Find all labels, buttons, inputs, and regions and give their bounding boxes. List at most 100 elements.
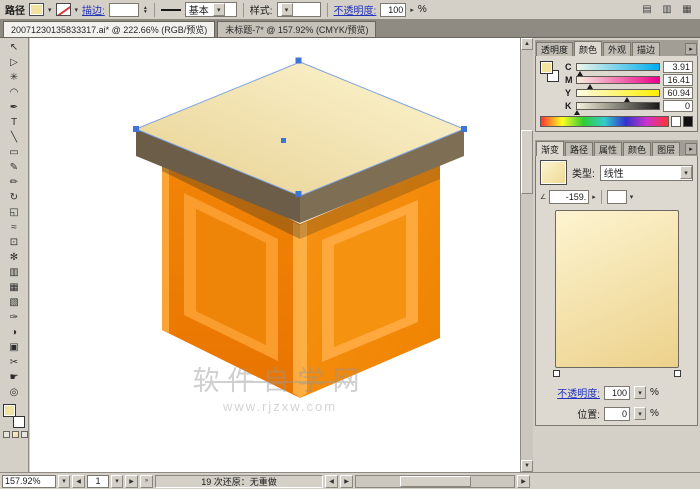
color-mode-button[interactable]: [3, 431, 10, 438]
panel-tab[interactable]: 透明度: [536, 42, 573, 56]
panel-tab[interactable]: 描边: [632, 42, 660, 56]
document-tab[interactable]: 20071230135833317.ai* @ 222.66% (RGB/预览): [3, 21, 215, 37]
white-swatch[interactable]: [671, 116, 681, 127]
angle-spinner-icon[interactable]: ▸: [592, 193, 596, 201]
direct-selection-tool[interactable]: ▷: [2, 55, 26, 70]
stroke-weight-spinner[interactable]: ▲▼: [143, 6, 148, 14]
none-mode-button[interactable]: [21, 431, 28, 438]
magic-wand-tool[interactable]: ✳: [2, 70, 26, 85]
status-back-icon[interactable]: ◀: [325, 475, 338, 488]
rotate-tool[interactable]: ↻: [2, 190, 26, 205]
live-paint-tool[interactable]: ▣: [2, 340, 26, 355]
location-dropdown-icon[interactable]: ▾: [630, 193, 634, 201]
scroll-up-icon[interactable]: ▲: [521, 38, 533, 50]
eyedropper-tool[interactable]: ✑: [2, 310, 26, 325]
zoom-dropdown-icon[interactable]: ▾: [58, 475, 70, 488]
gradient-opacity-dropdown-icon[interactable]: ▾: [634, 386, 646, 399]
stroke-weight-input[interactable]: [109, 3, 139, 17]
panel-tab[interactable]: 颜色: [623, 142, 651, 156]
document-setup-icon[interactable]: ▤: [639, 2, 655, 17]
vertical-scroll-thumb[interactable]: [521, 130, 533, 194]
page-number-input[interactable]: 1: [87, 475, 109, 488]
paintbrush-tool[interactable]: ✎: [2, 160, 26, 175]
gradient-position-dropdown-icon[interactable]: ▾: [634, 407, 646, 420]
rectangle-tool[interactable]: ▭: [2, 145, 26, 160]
scroll-right-icon[interactable]: ▶: [517, 475, 530, 488]
spinner-down-icon[interactable]: ▼: [143, 10, 148, 14]
stroke-color-swatch[interactable]: [56, 3, 71, 16]
channel-value-input[interactable]: 16.41: [663, 74, 693, 86]
fill-color-swatch[interactable]: [29, 3, 44, 16]
zoom-level-input[interactable]: 157.92%: [2, 475, 56, 488]
graph-tool[interactable]: ▥: [2, 265, 26, 280]
panel-menu-icon[interactable]: ▸: [685, 143, 697, 155]
gradient-fill-swatch[interactable]: [540, 160, 567, 185]
gradient-stop-start[interactable]: [553, 370, 560, 377]
opacity-spinner-icon[interactable]: ▸: [410, 6, 414, 14]
panel-tab[interactable]: 属性: [594, 142, 622, 156]
pen-tool[interactable]: ✒: [2, 100, 26, 115]
scissors-tool[interactable]: ✂: [2, 355, 26, 370]
scroll-down-icon[interactable]: ▼: [521, 460, 533, 472]
panel-menu-icon[interactable]: ▸: [685, 43, 697, 55]
channel-slider[interactable]: [576, 102, 660, 110]
slider-marker[interactable]: [574, 110, 580, 115]
channel-value-input[interactable]: 60.94: [663, 87, 693, 99]
gradient-type-select[interactable]: 线性▾: [600, 165, 693, 181]
hand-tool[interactable]: ☛: [2, 370, 26, 385]
brush-dropdown-icon[interactable]: ▾: [213, 3, 225, 16]
gradient-stop-end[interactable]: [674, 370, 681, 377]
lasso-tool[interactable]: ◠: [2, 85, 26, 100]
free-transform-tool[interactable]: ⊡: [2, 235, 26, 250]
status-forward-icon[interactable]: ▶: [340, 475, 353, 488]
color-spectrum-bar[interactable]: [540, 116, 669, 127]
gradient-position-input[interactable]: 0: [604, 407, 630, 421]
brush-definition-select[interactable]: 基本▾: [185, 2, 237, 17]
gradient-mode-button[interactable]: [12, 431, 19, 438]
last-page-button[interactable]: »: [140, 475, 153, 488]
document-tab[interactable]: 未标题-7* @ 157.92% (CMYK/预览): [217, 21, 376, 37]
mesh-tool[interactable]: ▦: [2, 280, 26, 295]
opacity-input[interactable]: 100: [380, 3, 406, 17]
anchor-right[interactable]: [461, 126, 467, 132]
channel-slider[interactable]: [576, 89, 660, 97]
toolbar-fill-swatch[interactable]: [3, 404, 16, 417]
panel-tab[interactable]: 外观: [603, 42, 631, 56]
channel-slider[interactable]: [576, 76, 660, 84]
type-tool[interactable]: T: [2, 115, 26, 130]
scale-tool[interactable]: ◱: [2, 205, 26, 220]
panel-tab[interactable]: 图层: [652, 142, 680, 156]
gradient-angle-input[interactable]: -159.: [549, 190, 589, 204]
gradient-location-input[interactable]: [607, 190, 627, 204]
warp-tool[interactable]: ≈: [2, 220, 26, 235]
prev-page-button[interactable]: ◀: [72, 475, 85, 488]
panel-tab[interactable]: 渐变: [536, 141, 564, 156]
gradient-type-dropdown-icon[interactable]: ▾: [680, 166, 692, 179]
panel-tab[interactable]: 路径: [565, 142, 593, 156]
next-page-button[interactable]: ▶: [125, 475, 138, 488]
anchor-top[interactable]: [296, 58, 302, 64]
horizontal-scroll-thumb[interactable]: [400, 476, 471, 487]
fill-dropdown-icon[interactable]: ▾: [48, 6, 52, 14]
selection-tool[interactable]: ↖: [2, 40, 26, 55]
panel-fill-swatch[interactable]: [540, 61, 553, 74]
zoom-tool[interactable]: ◎: [2, 385, 26, 400]
line-segment-tool[interactable]: ╲: [2, 130, 26, 145]
panel-tab[interactable]: 颜色: [574, 41, 602, 56]
gradient-tool[interactable]: ▧: [2, 295, 26, 310]
channel-value-input[interactable]: 0: [663, 100, 693, 112]
style-dropdown-icon[interactable]: ▾: [281, 3, 293, 16]
horizontal-scrollbar[interactable]: [355, 475, 515, 488]
channel-value-input[interactable]: 3.91: [663, 61, 693, 73]
symbol-sprayer-tool[interactable]: ✻: [2, 250, 26, 265]
anchor-center[interactable]: [281, 138, 286, 143]
isometric-box[interactable]: [136, 62, 464, 398]
gradient-preview[interactable]: [555, 210, 679, 368]
vertical-scrollbar[interactable]: ▲ ▼: [520, 38, 533, 472]
style-select[interactable]: ▾: [277, 2, 321, 17]
channel-slider[interactable]: [576, 63, 660, 71]
toolbar-stroke-swatch[interactable]: [13, 416, 25, 428]
page-dropdown-icon[interactable]: ▾: [111, 475, 123, 488]
canvas[interactable]: 软件自学网 www.rjzxw.com: [30, 38, 520, 472]
anchor-bottom[interactable]: [296, 191, 302, 197]
